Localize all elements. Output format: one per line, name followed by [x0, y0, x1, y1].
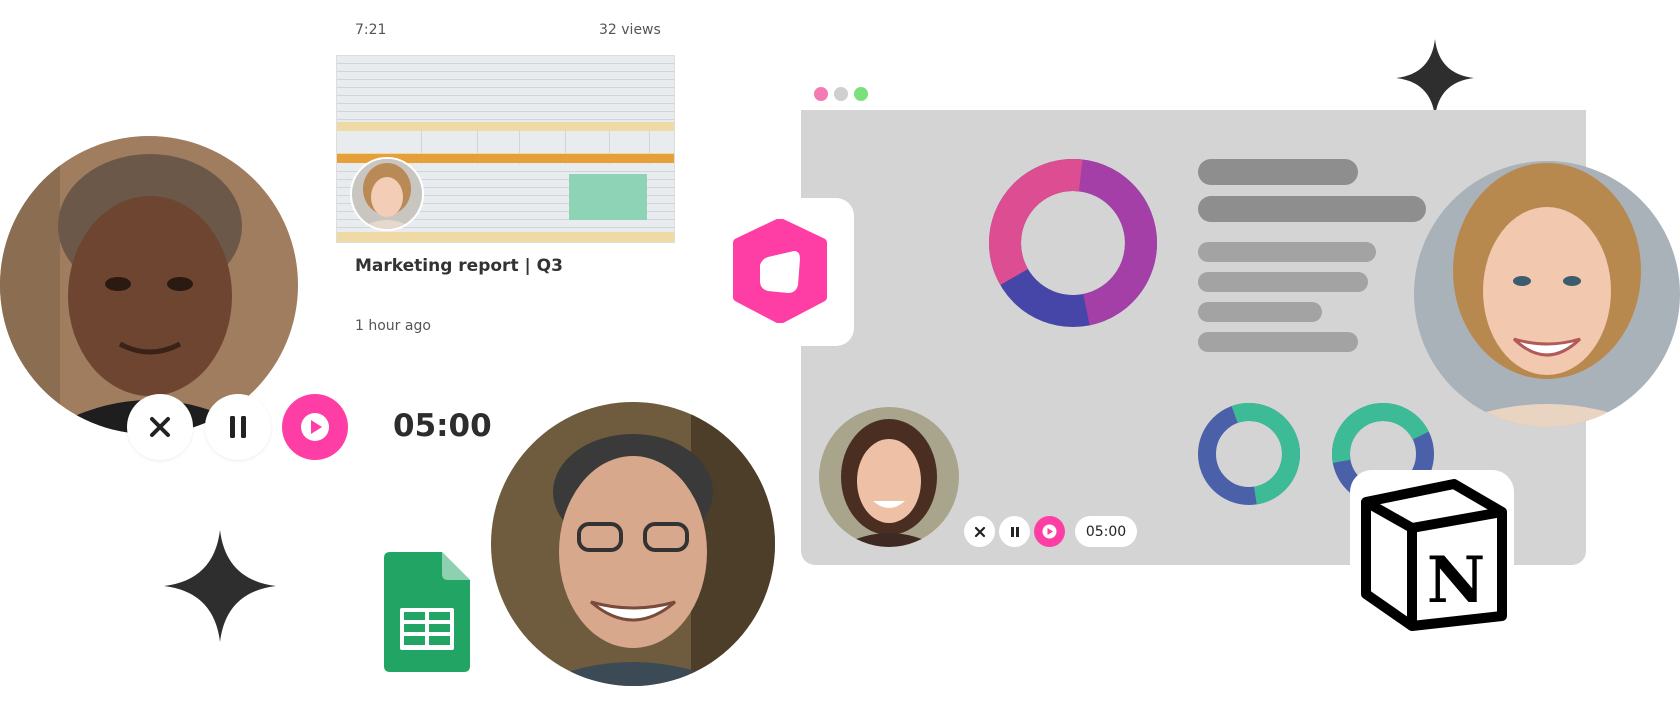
play-button[interactable]: [1034, 516, 1065, 547]
avatar: [350, 157, 424, 231]
close-icon: [150, 417, 170, 437]
placeholder-bar: [1198, 242, 1376, 262]
placeholder-bar: [1198, 272, 1368, 292]
notion-icon[interactable]: N: [1356, 476, 1508, 632]
placeholder-bar: [1198, 332, 1358, 352]
sparkle-icon: [164, 530, 276, 642]
google-sheets-icon[interactable]: [384, 552, 470, 672]
pause-button[interactable]: [205, 394, 271, 460]
recording-timer: 05:00: [393, 408, 492, 444]
video-duration: 7:21: [355, 22, 387, 38]
pause-icon: [1010, 526, 1019, 537]
close-icon: [974, 526, 985, 537]
avatar: [0, 136, 298, 434]
window-maximize-dot[interactable]: [854, 87, 868, 101]
mini-timer: 05:00: [1075, 516, 1137, 547]
placeholder-bar: [1198, 302, 1322, 322]
spreadsheet-thumbnail[interactable]: [336, 55, 675, 243]
close-button[interactable]: [127, 394, 193, 460]
play-icon: [1042, 524, 1057, 539]
sparkle-icon: [1396, 39, 1474, 117]
placeholder-bar: [1198, 159, 1358, 185]
notion-letter: N: [1427, 543, 1486, 618]
ring-chart: [1198, 403, 1300, 505]
placeholder-bar: [1198, 196, 1426, 222]
donut-chart: [989, 158, 1157, 327]
avatar: [819, 407, 959, 547]
video-posted-time: 1 hour ago: [355, 318, 431, 334]
video-title[interactable]: Marketing report | Q3: [355, 256, 563, 276]
window-close-dot[interactable]: [814, 87, 828, 101]
play-button[interactable]: [282, 394, 348, 460]
avatar: [1414, 161, 1680, 427]
window-minimize-dot[interactable]: [834, 87, 848, 101]
pause-icon: [230, 416, 246, 438]
close-button[interactable]: [964, 516, 995, 547]
pause-button[interactable]: [999, 516, 1030, 547]
video-views: 32 views: [599, 22, 661, 38]
play-icon: [301, 413, 329, 441]
app-logo-icon[interactable]: [728, 219, 832, 323]
avatar: [491, 402, 775, 686]
